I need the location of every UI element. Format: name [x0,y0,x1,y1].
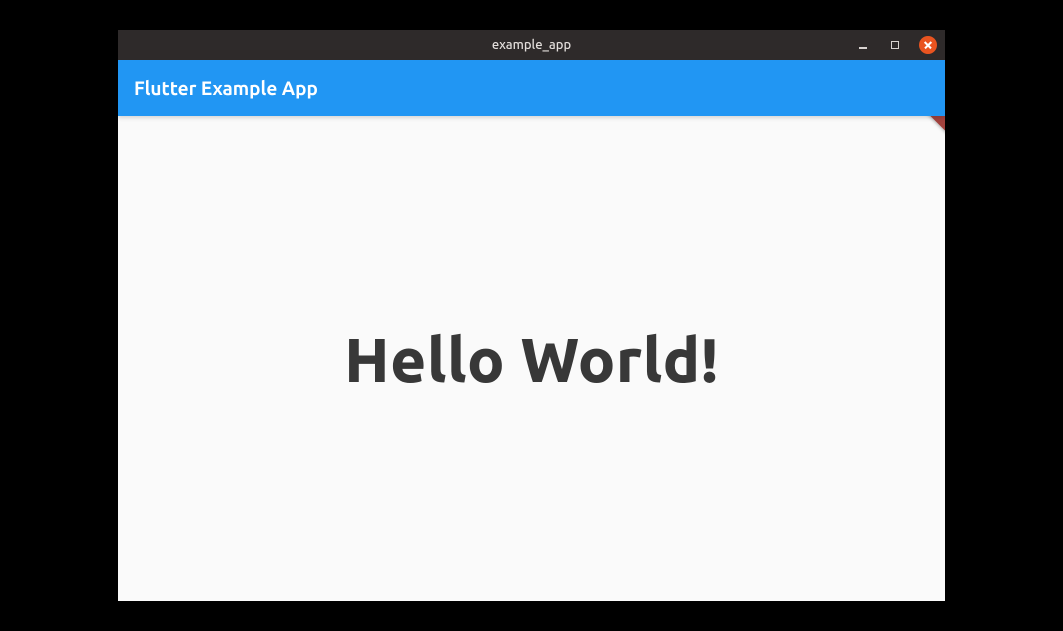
minimize-icon[interactable] [855,37,871,53]
hello-world-text: Hello World! [344,324,719,394]
window-title: example_app [492,38,571,52]
app-client-area: Flutter Example App Hello World! DEBUG [118,60,945,601]
app-body: Hello World! [118,116,945,601]
app-bar-title: Flutter Example App [134,77,318,99]
window-titlebar: example_app [118,30,945,60]
window-controls [855,30,937,60]
application-window: example_app Flutter Example App Hello Wo… [118,30,945,601]
close-icon[interactable] [919,36,937,54]
maximize-icon[interactable] [887,37,903,53]
app-bar: Flutter Example App [118,60,945,116]
